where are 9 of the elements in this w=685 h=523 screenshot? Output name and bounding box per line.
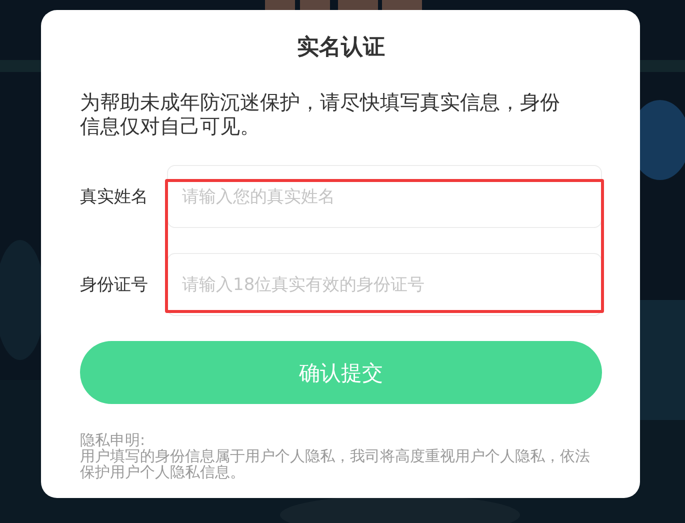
dialog-title: 实名认证 bbox=[297, 34, 385, 62]
input-field[interactable]: 请输入您的真实姓名 bbox=[167, 165, 602, 228]
privacy-heading: 隐私申明: bbox=[80, 432, 146, 448]
field-label: 真实姓名 bbox=[80, 186, 148, 208]
privacy-text: 用户填写的身份信息属于用户个人隐私，我司将高度重视用户个人隐私，依法保护用户个人隐私信息。 bbox=[80, 448, 591, 480]
notice-text: 为帮助未成年防沉迷保护，请尽快填写真实信息，身份信息仅对自己可见。 bbox=[80, 90, 561, 138]
field-label: 身份证号 bbox=[80, 274, 148, 296]
submit-button[interactable]: 确认提交 bbox=[80, 341, 602, 404]
input-field[interactable]: 请输入18位真实有效的身份证号 bbox=[167, 253, 602, 316]
